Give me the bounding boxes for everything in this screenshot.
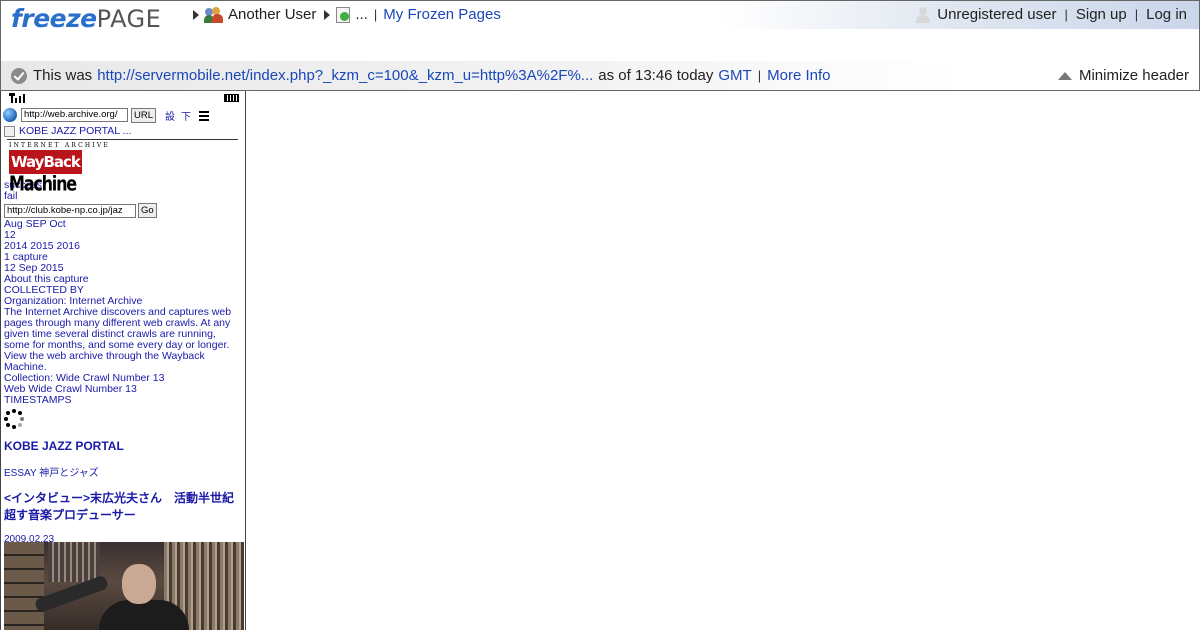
menu-icon[interactable] (199, 110, 210, 121)
info-bar: This was http://servermobile.net/index.p… (1, 61, 1199, 90)
more-info-link[interactable]: More Info (767, 67, 830, 84)
timestamps-link[interactable]: TIMESTAMPS (1, 395, 245, 406)
gmt-link[interactable]: GMT (718, 67, 751, 84)
machine-word: Machine (9, 171, 77, 196)
logo-part1: freeze (11, 4, 97, 33)
account-area: Unregistered user | Sign up | Log in (915, 6, 1187, 23)
triangle-up-icon (1057, 71, 1072, 80)
url-button[interactable]: URL (131, 107, 157, 123)
account-separator: | (1134, 7, 1139, 22)
check-icon (11, 67, 27, 84)
archive-description: The Internet Archive discovers and captu… (4, 306, 232, 373)
divider (7, 139, 238, 140)
feed-icon (4, 125, 15, 137)
breadcrumb: Another User ... | My Frozen Pages (191, 6, 501, 23)
mobile-url-row: http://web.archive.org/ URL 設 下 (1, 105, 245, 125)
wayback-url-input[interactable]: http://club.kobe-np.co.jp/jaz (4, 203, 136, 218)
logo-part2: PAGE (96, 5, 162, 33)
frozen-page-icon (336, 6, 351, 23)
capture-info: This was http://servermobile.net/index.p… (11, 67, 830, 84)
users-icon (204, 6, 223, 23)
log-in-link[interactable]: Log in (1146, 6, 1187, 23)
minimize-header-button[interactable]: Minimize header (1057, 67, 1189, 84)
user-icon (915, 6, 931, 23)
breadcrumb-ellipsis[interactable]: ... (355, 6, 368, 23)
info-separator: | (757, 68, 762, 83)
minimize-label: Minimize header (1078, 67, 1189, 84)
breadcrumb-user[interactable]: Another User (228, 6, 316, 23)
settings-link[interactable]: 設 (165, 108, 175, 123)
loading-spinner-icon (4, 409, 24, 429)
my-frozen-pages-link[interactable]: My Frozen Pages (383, 6, 501, 23)
phone-status-bar (1, 91, 245, 105)
breadcrumb-separator: | (373, 7, 378, 22)
internet-archive-text: INTERNET ARCHIVE (9, 142, 111, 149)
globe-icon (3, 108, 17, 122)
go-button[interactable]: Go (138, 203, 157, 218)
site-title[interactable]: KOBE JAZZ PORTAL (1, 439, 245, 453)
wayback-search-row: http://club.kobe-np.co.jp/jaz Go (1, 202, 245, 219)
battery-icon (224, 94, 239, 102)
article-photo (4, 542, 244, 630)
top-bar: freezePAGE Another User ... | My Frozen … (1, 1, 1199, 33)
essay-category[interactable]: ESSAY 神戸とジャズ (1, 464, 245, 479)
mobile-url-input[interactable]: http://web.archive.org/ (21, 108, 128, 122)
original-url-link[interactable]: http://servermobile.net/index.php?_kzm_c… (97, 67, 593, 84)
wayback-word: WayBack (9, 150, 82, 174)
sign-up-link[interactable]: Sign up (1076, 6, 1127, 23)
info-prefix: This was (33, 67, 93, 84)
account-separator: | (1064, 7, 1068, 22)
article-headline[interactable]: <インタビュー>末広光夫さん 活動半世紀超す音楽プロデューサー (1, 490, 241, 524)
signal-icon (9, 93, 27, 103)
wayback-wordmark: WayBackMachine (9, 150, 109, 195)
portal-row: KOBE JAZZ PORTAL ... (1, 125, 245, 137)
months-nav[interactable]: Aug SEP Oct (1, 219, 245, 230)
mobile-page-frame: http://web.archive.org/ URL 設 下 KOBE JAZ… (0, 91, 246, 630)
wayback-machine-logo[interactable]: INTERNET ARCHIVE WayBackMachine (9, 142, 245, 195)
down-link[interactable]: 下 (181, 108, 191, 123)
freezepage-logo[interactable]: freezePAGE (11, 4, 161, 34)
portal-link[interactable]: KOBE JAZZ PORTAL ... (19, 125, 131, 137)
capture-time: as of 13:46 today (598, 67, 714, 84)
account-status: Unregistered user (937, 6, 1057, 23)
freezepage-header: freezePAGE Another User ... | My Frozen … (0, 0, 1200, 91)
breadcrumb-arrow-icon (193, 9, 199, 20)
breadcrumb-arrow-icon (324, 9, 331, 20)
